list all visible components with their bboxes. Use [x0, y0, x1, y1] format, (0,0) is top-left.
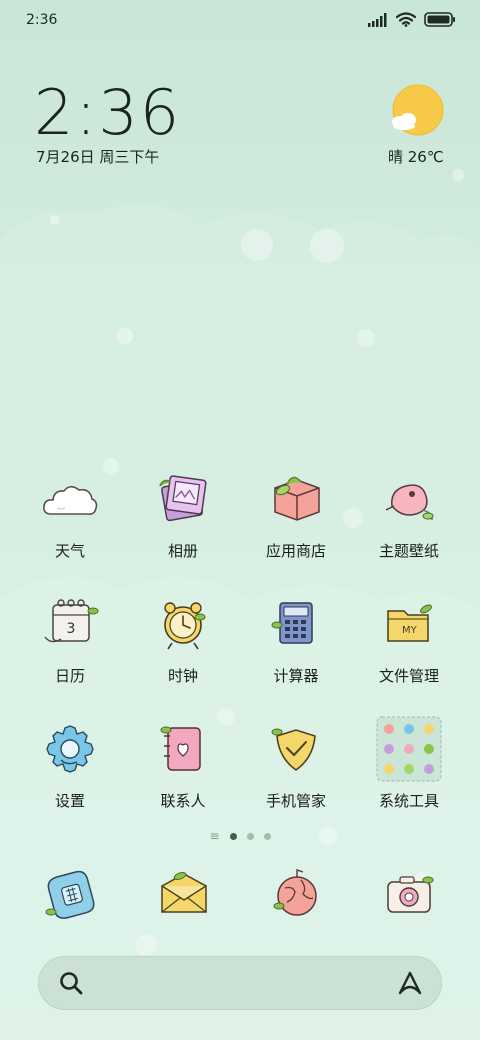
sun-icon[interactable]	[388, 84, 446, 138]
page-list-icon: ≡	[209, 829, 220, 843]
phone-icon	[45, 870, 95, 919]
app-label: 应用商店	[265, 542, 326, 560]
svg-text:MY: MY	[402, 625, 418, 636]
page-dot	[263, 832, 271, 840]
photo-album-icon	[159, 475, 207, 522]
messages-envelope-icon	[161, 872, 207, 913]
status-time: 2:36	[26, 12, 58, 28]
app-contacts[interactable]: 联系人	[127, 716, 239, 811]
app-label: 主题壁纸	[378, 542, 439, 560]
app-settings[interactable]: 设置	[14, 716, 126, 811]
dock-messages[interactable]	[127, 862, 239, 928]
weather-widget-text[interactable]: 晴 26℃	[388, 146, 444, 167]
app-calculator[interactable]: 计算器	[240, 591, 352, 686]
signal-icon	[368, 12, 387, 27]
alarm-clock-icon	[164, 602, 206, 650]
clock-widget-time[interactable]: 2:36	[34, 76, 181, 149]
gear-icon	[46, 725, 94, 773]
browser-globe-icon	[273, 869, 317, 916]
wifi-icon	[396, 12, 416, 27]
search-bar[interactable]	[38, 956, 442, 1010]
app-label: 设置	[54, 792, 85, 810]
page-dot	[246, 832, 254, 840]
app-label: 联系人	[160, 792, 206, 810]
app-label: 手机管家	[265, 792, 326, 810]
shield-icon	[271, 728, 316, 771]
app-gallery[interactable]: 相册	[127, 466, 239, 561]
page-dot-active	[229, 832, 237, 840]
app-clock[interactable]: 时钟	[127, 591, 239, 686]
app-label: 相册	[167, 542, 198, 560]
app-calendar[interactable]: 3 日历	[14, 591, 126, 686]
status-icons	[368, 12, 456, 27]
app-store-box-icon	[274, 476, 320, 521]
camera-icon	[387, 876, 434, 913]
dock-camera[interactable]	[353, 862, 465, 928]
app-phone-manager[interactable]: 手机管家	[240, 716, 352, 811]
app-themes[interactable]: 主题壁纸	[353, 466, 465, 561]
page-indicator[interactable]: ≡	[0, 829, 480, 843]
app-label: 系统工具	[378, 792, 439, 810]
app-label: 日历	[54, 667, 85, 685]
clock-widget-date[interactable]: 7月26日 周三下午	[36, 146, 159, 167]
app-label: 天气	[54, 542, 85, 560]
search-icon	[60, 972, 83, 995]
folder-grid-icon	[376, 716, 442, 782]
app-folder-system-tools[interactable]: 系统工具	[353, 716, 465, 811]
battery-icon	[424, 12, 455, 27]
app-label: 时钟	[167, 667, 198, 685]
status-bar: 2:36	[0, 0, 480, 44]
cloud-icon	[43, 485, 98, 515]
app-label: 计算器	[273, 667, 319, 685]
dock-browser[interactable]	[240, 862, 352, 928]
dock-phone[interactable]	[14, 862, 126, 928]
app-label: 文件管理	[378, 667, 439, 685]
assistant-icon[interactable]	[396, 969, 424, 997]
dock	[0, 862, 480, 932]
app-app-store[interactable]: 应用商店	[240, 466, 352, 561]
themes-icon	[385, 484, 434, 521]
app-file-manager[interactable]: MY 文件管理	[353, 591, 465, 686]
folder-icon: MY	[387, 604, 432, 642]
contacts-book-icon	[160, 726, 201, 771]
calculator-icon	[271, 602, 313, 644]
svg-text:3: 3	[67, 621, 76, 637]
app-weather[interactable]: 天气	[14, 466, 126, 561]
calendar-icon: 3	[44, 599, 99, 643]
